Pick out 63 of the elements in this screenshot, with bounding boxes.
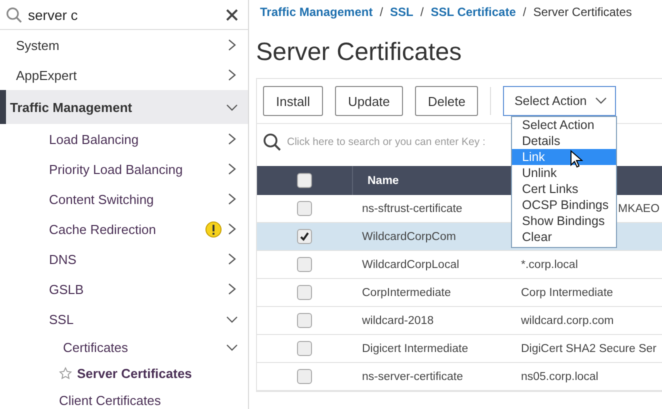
sidebar-item[interactable]: System — [16, 38, 226, 52]
table-cell: wildcard.corp.com — [521, 314, 614, 326]
chevron-right-icon[interactable] — [226, 223, 238, 235]
sidebar-item[interactable]: Cache Redirection — [49, 222, 205, 236]
checkbox[interactable] — [296, 173, 312, 188]
breadcrumb-link[interactable]: SSL Certificate — [430, 5, 516, 19]
search-icon — [6, 6, 22, 22]
chevron-right-icon[interactable] — [226, 193, 238, 205]
breadcrumb-current: Server Certificates — [533, 5, 632, 19]
checkbox[interactable] — [297, 313, 312, 328]
breadcrumb-link[interactable]: Traffic Management — [260, 5, 373, 19]
toolbar-button[interactable]: Install — [263, 86, 323, 116]
sidebar-item[interactable]: Server Certificates — [77, 366, 238, 381]
sidebar-item[interactable]: Load Balancing — [49, 132, 226, 146]
table-cell: DigiCert SHA2 Secure Ser — [521, 342, 656, 354]
dropdown-option[interactable]: Select Action — [512, 117, 616, 133]
sidebar-item[interactable]: Traffic Management — [10, 100, 226, 114]
chevron-right-icon[interactable] — [226, 163, 238, 175]
search-icon — [263, 133, 281, 151]
checkbox[interactable] — [297, 257, 312, 272]
dropdown-option[interactable]: Unlink — [512, 165, 616, 181]
checkbox[interactable] — [297, 229, 312, 244]
chevron-right-icon[interactable] — [226, 133, 238, 145]
sidebar-item[interactable]: Content Switching — [49, 192, 226, 206]
checkbox[interactable] — [297, 369, 312, 384]
breadcrumb-link[interactable]: SSL — [390, 5, 414, 19]
breadcrumb-separator: / — [420, 5, 424, 19]
star-icon[interactable] — [59, 367, 72, 380]
checkbox[interactable] — [297, 341, 312, 356]
dropdown-option[interactable]: Details — [512, 133, 616, 149]
toolbar-button[interactable]: Delete — [414, 86, 478, 116]
table-cell: Corp Intermediate — [521, 286, 614, 298]
dropdown-option[interactable]: Show Bindings — [512, 213, 616, 229]
sidebar-item[interactable]: Client Certificates — [59, 393, 238, 408]
table-cell: ns05.corp.local — [521, 370, 598, 382]
sidebar-item[interactable]: DNS — [49, 252, 226, 266]
column-header[interactable]: Name — [352, 166, 511, 195]
close-icon[interactable] — [226, 8, 238, 20]
page-title: Server Certificates — [256, 37, 463, 68]
sidebar-item[interactable]: SSL — [49, 312, 226, 326]
action-select[interactable]: Select Action — [503, 86, 616, 116]
sidebar-item[interactable]: GSLB — [49, 282, 226, 296]
chevron-down-icon[interactable] — [595, 97, 608, 105]
breadcrumb-separator: / — [380, 5, 384, 19]
sidebar-item[interactable]: Priority Load Balancing — [49, 162, 226, 176]
table-cell: MKAEO — [618, 202, 660, 214]
table-cell: ns-server-certificate — [352, 362, 511, 390]
dropdown-option[interactable]: OCSP Bindings — [512, 197, 616, 213]
dropdown-option[interactable]: Cert Links — [512, 181, 616, 197]
chevron-right-icon[interactable] — [226, 69, 238, 81]
pointer-cursor-icon — [570, 150, 583, 168]
sidebar-item[interactable]: Certificates — [63, 340, 226, 354]
table-cell: *.corp.local — [521, 258, 578, 270]
breadcrumb-separator: / — [522, 5, 526, 19]
chevron-right-icon[interactable] — [226, 39, 238, 51]
checkbox[interactable] — [297, 201, 312, 216]
chevron-right-icon[interactable] — [226, 283, 238, 295]
chevron-right-icon[interactable] — [226, 253, 238, 265]
sidebar-item[interactable]: AppExpert — [16, 68, 226, 82]
search-field[interactable]: server c — [28, 6, 220, 22]
dropdown-option[interactable]: Clear — [512, 229, 616, 245]
toolbar-button[interactable]: Update — [334, 86, 403, 116]
checkbox[interactable] — [297, 285, 312, 300]
